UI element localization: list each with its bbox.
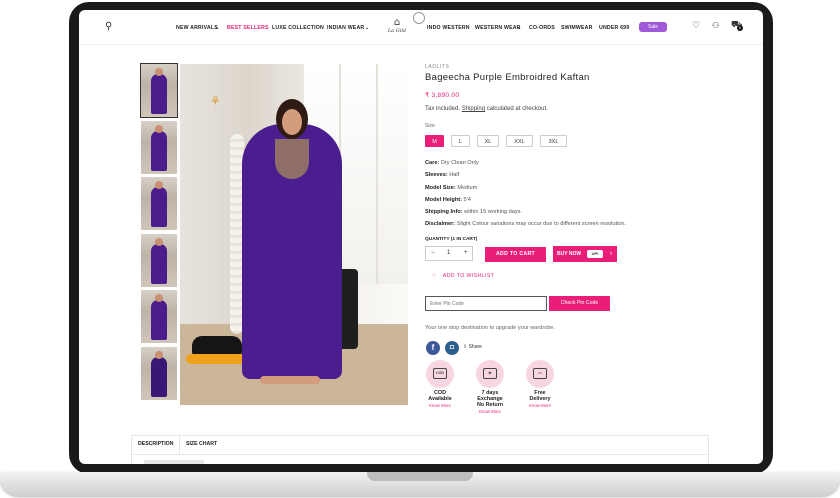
tabs-divider — [132, 454, 708, 455]
spec-disclaimer: Disclaimer: Slight Colour variations may… — [425, 221, 627, 228]
share-icon: ⇪ — [463, 344, 468, 350]
laptop-notch — [367, 472, 473, 481]
nav-western-wear[interactable]: WESTERN WEAR — [475, 25, 521, 31]
nav-indian-wear[interactable]: INDIAN WEAR — [327, 25, 364, 31]
know-more-delivery-link[interactable]: Know More — [520, 403, 560, 408]
product-specs: Care: Dry Clean Only Sleeves: Half Model… — [425, 157, 626, 231]
quantity-stepper: − 1 + — [425, 246, 473, 261]
thumbnail-gallery — [140, 63, 179, 403]
shipping-link[interactable]: Shipping — [462, 106, 485, 112]
size-options: M L XL XXL 3XL — [425, 135, 567, 147]
sale-badge[interactable]: Sale — [639, 22, 667, 32]
share-button[interactable]: ⇪ Share — [463, 344, 482, 350]
cart-count-badge: 0 — [737, 25, 743, 31]
tab-size-chart[interactable]: SIZE CHART — [186, 441, 217, 447]
thumbnail-4[interactable] — [141, 233, 177, 287]
nav-indo-western[interactable]: INDO WESTERN — [427, 25, 470, 31]
main-product-image[interactable]: ⚘ — [180, 64, 408, 405]
marigold-flowers — [186, 354, 250, 364]
cod-icon: COD — [426, 360, 454, 388]
add-to-cart-button[interactable]: ADD TO CART — [485, 247, 546, 262]
thumbnail-6[interactable] — [141, 346, 177, 400]
nav-indian-wear-chevron: ⌄ — [365, 25, 370, 31]
account-user-icon[interactable]: ⚇ — [712, 21, 719, 30]
feature-cod: COD COD Available Know More — [420, 360, 460, 408]
size-option-l[interactable]: L — [451, 135, 470, 147]
share-label: Share — [468, 344, 482, 350]
add-to-wishlist-link[interactable]: ♡ ADD TO WISHLIST — [432, 273, 494, 279]
delivery-truck-icon: ▭ — [526, 360, 554, 388]
description-text-peek — [144, 460, 204, 464]
buy-now-button[interactable]: BUY NOW UPI › — [553, 246, 617, 262]
size-option-xl[interactable]: XL — [477, 135, 499, 147]
feature-free-delivery: ▭ Free Delivery Know More — [520, 360, 560, 408]
nav-new-arrivals-chevron: ⌄ — [215, 25, 220, 31]
spec-shipping: Shipping Info: within 15 working days. — [425, 209, 522, 216]
plus-icon[interactable]: + — [464, 250, 468, 256]
heart-icon: ♡ — [432, 273, 438, 279]
brand-logo[interactable]: ⌂ La Gild — [382, 18, 412, 38]
brand-logo-text: La Gild — [387, 28, 407, 34]
upi-badge: UPI — [587, 250, 603, 258]
feature-exchange: ⇄ 7 days Exchange No Return Know More — [470, 360, 510, 414]
quantity-value[interactable]: 1 — [447, 250, 450, 256]
exchange-icon: ⇄ — [476, 360, 504, 388]
spec-care: Care: Dry Clean Only — [425, 160, 479, 166]
spec-model-size: Model Size: Medium — [425, 184, 478, 191]
nav-luxe-collection[interactable]: LUXE COLLECTION — [272, 25, 324, 31]
decor-pots — [192, 336, 242, 356]
search-icon[interactable]: ⚲ — [105, 21, 112, 32]
wishlist-heart-icon[interactable]: ♡ — [692, 21, 700, 31]
model-feet — [260, 376, 320, 384]
minus-icon[interactable]: − — [431, 250, 435, 256]
tax-note: Tax included. Shipping calculated at che… — [425, 106, 548, 112]
model-face — [282, 109, 302, 135]
nav-new-arrivals[interactable]: NEW ARRIVALS — [176, 25, 218, 31]
product-title: Bageecha Purple Embroidred Kaftan — [425, 72, 590, 83]
quantity-label: QUANTITY (1 IN CART) — [425, 237, 478, 242]
tab-description[interactable]: DESCRIPTION — [138, 441, 173, 447]
wishlist-label: ADD TO WISHLIST — [442, 273, 495, 279]
product-price: ₹ 3,890.00 — [425, 92, 460, 99]
sale-label: Sale — [647, 24, 658, 30]
check-pin-code-button[interactable]: Check Pin Code — [549, 296, 610, 311]
instagram-icon[interactable]: ◘ — [445, 341, 459, 355]
hanger-icon: ⌂ — [393, 17, 401, 28]
size-option-m[interactable]: M — [425, 135, 444, 147]
thumbnail-2[interactable] — [141, 120, 177, 174]
nav-best-sellers[interactable]: BEST SELLERS — [227, 25, 269, 31]
spec-sleeves: Sleeves: Half — [425, 172, 460, 179]
tax-suffix: calculated at checkout. — [486, 106, 548, 112]
know-more-cod-link[interactable]: Know More — [420, 403, 460, 408]
tax-prefix: Tax included. — [425, 106, 461, 112]
thumbnail-3[interactable] — [141, 177, 177, 230]
webcam — [413, 12, 425, 24]
pin-code-input[interactable] — [425, 296, 547, 311]
facebook-icon[interactable]: f — [426, 341, 440, 355]
buy-now-label: BUY NOW — [557, 251, 582, 257]
kaftan-embroidery — [275, 139, 309, 179]
nav-western-wear-chevron: ⌄ — [517, 25, 522, 31]
store-tagline: Your one stop destination to upgrade you… — [425, 325, 556, 331]
product-vendor: LADLITS — [425, 64, 450, 70]
know-more-exchange-link[interactable]: Know More — [470, 409, 510, 414]
nav-swimwear[interactable]: SWIMWEAR — [561, 25, 593, 31]
product-tabs: DESCRIPTION SIZE CHART — [131, 435, 709, 464]
chevron-right-icon: › — [610, 251, 612, 257]
browser-screen: ⚲ NEW ARRIVALS ⌄ BEST SELLERS LUXE COLLE… — [79, 10, 763, 464]
size-option-xxl[interactable]: XXL — [506, 135, 533, 147]
size-option-3xl[interactable]: 3XL — [540, 135, 567, 147]
thumbnail-5[interactable] — [141, 290, 177, 343]
size-label: Size — [425, 123, 435, 129]
nav-under-699[interactable]: UNDER 699 — [599, 25, 629, 31]
thumbnail-1[interactable] — [140, 63, 178, 118]
spec-model-height: Model Height: 5'4 — [425, 196, 471, 203]
nav-co-ords[interactable]: CO-ORDS — [529, 25, 555, 31]
wall-birds-decor: ⚘ — [210, 94, 221, 108]
